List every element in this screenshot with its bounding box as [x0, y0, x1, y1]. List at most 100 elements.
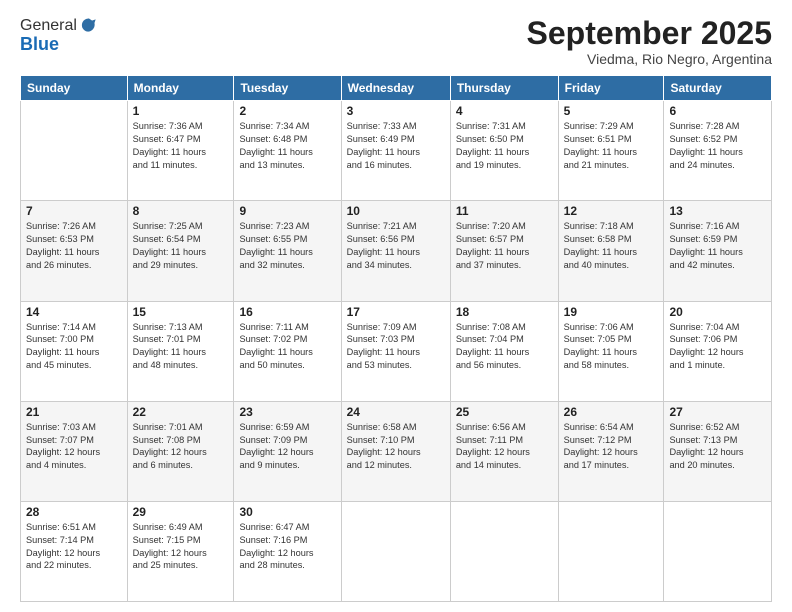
calendar-cell	[558, 501, 664, 601]
calendar-cell: 13 Sunrise: 7:16 AM Sunset: 6:59 PM Dayli…	[664, 201, 772, 301]
day-info: Sunrise: 7:29 AM Sunset: 6:51 PM Dayligh…	[564, 120, 659, 172]
day-number: 9	[239, 204, 335, 218]
day-info: Sunrise: 7:09 AM Sunset: 7:03 PM Dayligh…	[347, 321, 445, 373]
day-number: 26	[564, 405, 659, 419]
day-number: 30	[239, 505, 335, 519]
header-monday: Monday	[127, 76, 234, 101]
title-block: September 2025 Viedma, Rio Negro, Argent…	[527, 16, 772, 67]
day-number: 5	[564, 104, 659, 118]
calendar-cell: 23 Sunrise: 6:59 AM Sunset: 7:09 PM Dayli…	[234, 401, 341, 501]
calendar-week-1: 1Sunrise: 7:36 AM Sunset: 6:47 PM Daylig…	[21, 101, 772, 201]
day-number: 1	[133, 104, 229, 118]
calendar-cell: 26 Sunrise: 6:54 AM Sunset: 7:12 PM Dayli…	[558, 401, 664, 501]
calendar-cell: 16Sunrise: 7:11 AM Sunset: 7:02 PM Dayli…	[234, 301, 341, 401]
calendar-cell	[450, 501, 558, 601]
day-info: Sunrise: 7:16 AM Sunset: 6:59 PM Dayligh…	[669, 220, 766, 272]
day-info: Sunrise: 7:34 AM Sunset: 6:48 PM Dayligh…	[239, 120, 335, 172]
day-info: Sunrise: 6:52 AM Sunset: 7:13 PM Dayligh…	[669, 421, 766, 473]
header-thursday: Thursday	[450, 76, 558, 101]
day-number: 23	[239, 405, 335, 419]
day-number: 22	[133, 405, 229, 419]
logo: General Blue	[20, 16, 99, 55]
day-info: Sunrise: 7:23 AM Sunset: 6:55 PM Dayligh…	[239, 220, 335, 272]
calendar-table: Sunday Monday Tuesday Wednesday Thursday…	[20, 75, 772, 602]
calendar-cell: 7Sunrise: 7:26 AM Sunset: 6:53 PM Daylig…	[21, 201, 128, 301]
calendar-header-row: Sunday Monday Tuesday Wednesday Thursday…	[21, 76, 772, 101]
day-info: Sunrise: 6:51 AM Sunset: 7:14 PM Dayligh…	[26, 521, 122, 573]
day-info: Sunrise: 7:31 AM Sunset: 6:50 PM Dayligh…	[456, 120, 553, 172]
calendar-cell: 22 Sunrise: 7:01 AM Sunset: 7:08 PM Dayli…	[127, 401, 234, 501]
day-number: 7	[26, 204, 122, 218]
day-number: 17	[347, 305, 445, 319]
calendar-week-2: 7Sunrise: 7:26 AM Sunset: 6:53 PM Daylig…	[21, 201, 772, 301]
calendar-body: 1Sunrise: 7:36 AM Sunset: 6:47 PM Daylig…	[21, 101, 772, 602]
calendar-cell: 5 Sunrise: 7:29 AM Sunset: 6:51 PM Daylig…	[558, 101, 664, 201]
calendar-cell: 12 Sunrise: 7:18 AM Sunset: 6:58 PM Dayli…	[558, 201, 664, 301]
day-info: Sunrise: 7:18 AM Sunset: 6:58 PM Dayligh…	[564, 220, 659, 272]
header-saturday: Saturday	[664, 76, 772, 101]
day-number: 21	[26, 405, 122, 419]
calendar-cell: 24 Sunrise: 6:58 AM Sunset: 7:10 PM Dayli…	[341, 401, 450, 501]
calendar-cell: 1Sunrise: 7:36 AM Sunset: 6:47 PM Daylig…	[127, 101, 234, 201]
calendar-week-5: 28 Sunrise: 6:51 AM Sunset: 7:14 PM Dayli…	[21, 501, 772, 601]
day-number: 11	[456, 204, 553, 218]
day-info: Sunrise: 6:47 AM Sunset: 7:16 PM Dayligh…	[239, 521, 335, 573]
day-info: Sunrise: 7:20 AM Sunset: 6:57 PM Dayligh…	[456, 220, 553, 272]
logo-general-text: General	[20, 17, 77, 35]
calendar-week-4: 21 Sunrise: 7:03 AM Sunset: 7:07 PM Dayli…	[21, 401, 772, 501]
day-number: 15	[133, 305, 229, 319]
header-wednesday: Wednesday	[341, 76, 450, 101]
calendar-cell: 10 Sunrise: 7:21 AM Sunset: 6:56 PM Dayli…	[341, 201, 450, 301]
calendar-cell	[664, 501, 772, 601]
calendar-cell: 29 Sunrise: 6:49 AM Sunset: 7:15 PM Dayli…	[127, 501, 234, 601]
day-number: 14	[26, 305, 122, 319]
day-info: Sunrise: 6:56 AM Sunset: 7:11 PM Dayligh…	[456, 421, 553, 473]
calendar-cell: 18Sunrise: 7:08 AM Sunset: 7:04 PM Dayli…	[450, 301, 558, 401]
calendar-cell: 14 Sunrise: 7:14 AM Sunset: 7:00 PM Dayli…	[21, 301, 128, 401]
calendar-cell: 21 Sunrise: 7:03 AM Sunset: 7:07 PM Dayli…	[21, 401, 128, 501]
day-info: Sunrise: 6:54 AM Sunset: 7:12 PM Dayligh…	[564, 421, 659, 473]
calendar-week-3: 14 Sunrise: 7:14 AM Sunset: 7:00 PM Dayli…	[21, 301, 772, 401]
day-number: 3	[347, 104, 445, 118]
day-info: Sunrise: 7:06 AM Sunset: 7:05 PM Dayligh…	[564, 321, 659, 373]
day-number: 25	[456, 405, 553, 419]
calendar-cell	[21, 101, 128, 201]
calendar-cell: 30 Sunrise: 6:47 AM Sunset: 7:16 PM Dayli…	[234, 501, 341, 601]
day-info: Sunrise: 7:21 AM Sunset: 6:56 PM Dayligh…	[347, 220, 445, 272]
day-number: 4	[456, 104, 553, 118]
calendar-cell: 11 Sunrise: 7:20 AM Sunset: 6:57 PM Dayli…	[450, 201, 558, 301]
day-number: 24	[347, 405, 445, 419]
day-info: Sunrise: 7:03 AM Sunset: 7:07 PM Dayligh…	[26, 421, 122, 473]
subtitle: Viedma, Rio Negro, Argentina	[527, 51, 772, 67]
header: General Blue September 2025 Viedma, Rio …	[20, 16, 772, 67]
calendar-cell	[341, 501, 450, 601]
month-title: September 2025	[527, 16, 772, 51]
day-number: 12	[564, 204, 659, 218]
day-info: Sunrise: 6:59 AM Sunset: 7:09 PM Dayligh…	[239, 421, 335, 473]
day-number: 10	[347, 204, 445, 218]
calendar-cell: 6Sunrise: 7:28 AM Sunset: 6:52 PM Daylig…	[664, 101, 772, 201]
day-number: 19	[564, 305, 659, 319]
header-sunday: Sunday	[21, 76, 128, 101]
day-info: Sunrise: 7:11 AM Sunset: 7:02 PM Dayligh…	[239, 321, 335, 373]
day-number: 2	[239, 104, 335, 118]
day-info: Sunrise: 7:08 AM Sunset: 7:04 PM Dayligh…	[456, 321, 553, 373]
day-info: Sunrise: 7:04 AM Sunset: 7:06 PM Dayligh…	[669, 321, 766, 373]
day-info: Sunrise: 7:01 AM Sunset: 7:08 PM Dayligh…	[133, 421, 229, 473]
calendar-cell: 15 Sunrise: 7:13 AM Sunset: 7:01 PM Dayli…	[127, 301, 234, 401]
calendar-cell: 8Sunrise: 7:25 AM Sunset: 6:54 PM Daylig…	[127, 201, 234, 301]
day-info: Sunrise: 7:33 AM Sunset: 6:49 PM Dayligh…	[347, 120, 445, 172]
day-number: 13	[669, 204, 766, 218]
day-info: Sunrise: 6:58 AM Sunset: 7:10 PM Dayligh…	[347, 421, 445, 473]
day-number: 6	[669, 104, 766, 118]
day-info: Sunrise: 7:25 AM Sunset: 6:54 PM Dayligh…	[133, 220, 229, 272]
logo-blue-text: Blue	[20, 34, 99, 55]
day-info: Sunrise: 6:49 AM Sunset: 7:15 PM Dayligh…	[133, 521, 229, 573]
calendar-cell: 20Sunrise: 7:04 AM Sunset: 7:06 PM Dayli…	[664, 301, 772, 401]
day-info: Sunrise: 7:13 AM Sunset: 7:01 PM Dayligh…	[133, 321, 229, 373]
day-info: Sunrise: 7:14 AM Sunset: 7:00 PM Dayligh…	[26, 321, 122, 373]
header-tuesday: Tuesday	[234, 76, 341, 101]
header-friday: Friday	[558, 76, 664, 101]
day-number: 28	[26, 505, 122, 519]
day-number: 29	[133, 505, 229, 519]
